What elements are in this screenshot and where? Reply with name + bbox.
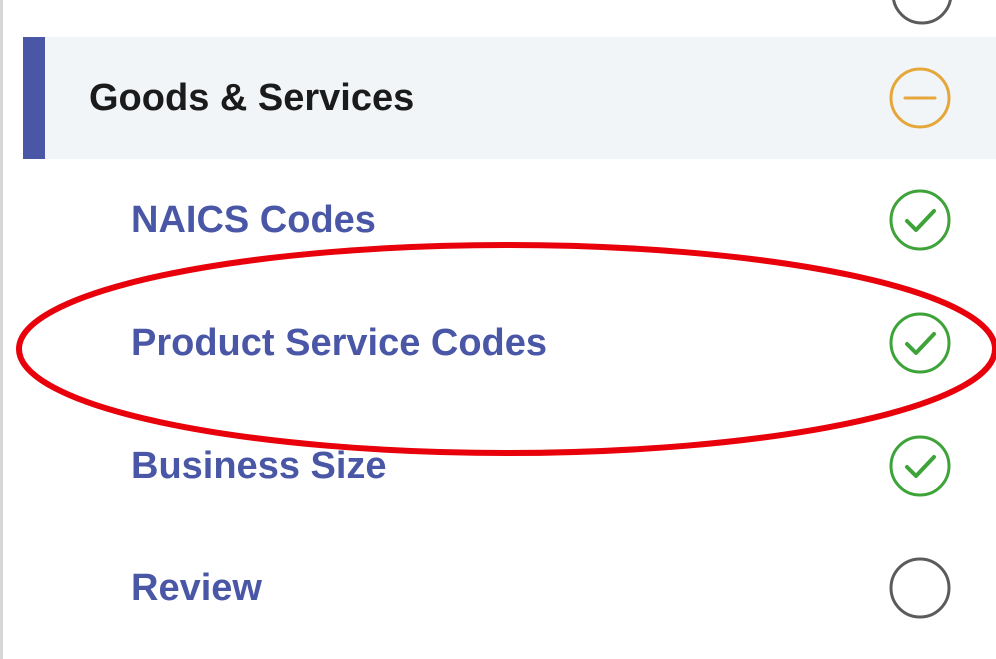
nav-section-label: Goods & Services — [89, 77, 415, 119]
previous-status-icon — [892, 0, 952, 25]
nav-item-label[interactable]: NAICS Codes — [131, 197, 376, 243]
nav-item-label[interactable]: Product Service Codes — [131, 320, 547, 366]
content-divider — [0, 0, 3, 659]
nav-item-naics-codes[interactable]: NAICS Codes — [23, 159, 996, 281]
check-circle-icon — [889, 435, 951, 497]
nav-item-product-service-codes[interactable]: Product Service Codes — [23, 282, 996, 404]
nav-item-review[interactable]: Review — [23, 527, 996, 649]
nav-item-business-size[interactable]: Business Size — [23, 405, 996, 527]
in-progress-icon — [889, 67, 951, 129]
check-circle-icon — [889, 189, 951, 251]
nav-item-label[interactable]: Business Size — [131, 443, 387, 489]
empty-circle-icon — [889, 557, 951, 619]
page: Goods & Services NAICS Codes Product Ser… — [0, 0, 996, 659]
nav-section-goods-and-services[interactable]: Goods & Services — [23, 37, 996, 159]
active-indicator-bar — [23, 37, 45, 159]
nav-item-label[interactable]: Review — [131, 565, 262, 611]
check-circle-icon — [889, 312, 951, 374]
side-navigation: Goods & Services NAICS Codes Product Ser… — [23, 0, 996, 659]
